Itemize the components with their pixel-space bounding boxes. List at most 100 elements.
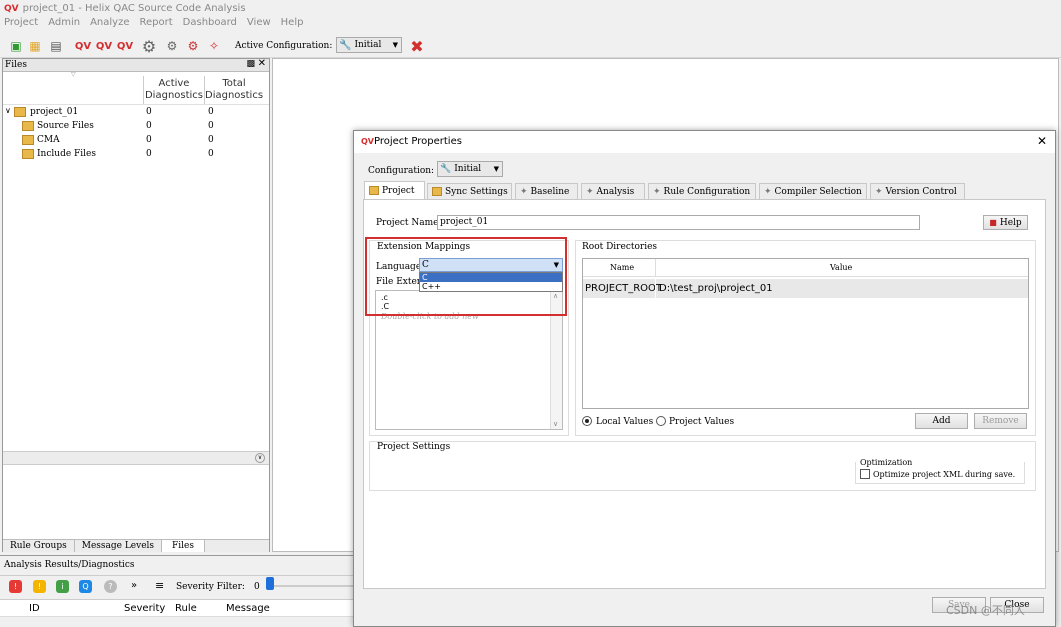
col-value[interactable]: Value [830, 263, 852, 272]
col-message[interactable]: Message [226, 603, 270, 614]
tools-icon[interactable]: ✖ [409, 37, 425, 56]
files-splitter[interactable]: ∨ [3, 451, 269, 465]
tree-row-cma[interactable]: CMA 0 0 [4, 134, 268, 147]
wrench-icon: ✦ [764, 186, 772, 197]
severity-filter-value: 0 [254, 582, 260, 592]
project-settings-title: Project Settings [377, 442, 451, 452]
tab-version-control[interactable]: ✦ Version Control [870, 183, 965, 199]
severity-slider[interactable] [266, 577, 354, 590]
tab-files[interactable]: Files [162, 540, 205, 552]
local-values-radio[interactable] [582, 416, 592, 426]
col-severity[interactable]: Severity [124, 603, 165, 614]
col-active-header[interactable]: Active Diagnostics [144, 78, 204, 102]
project-name-label: Project Name: [376, 218, 442, 228]
more-button[interactable]: » [131, 580, 137, 591]
tree-row-source-files[interactable]: Source Files 0 0 [4, 120, 268, 133]
files-bottom-tabs: Rule Groups Message Levels Files [3, 539, 269, 552]
optimize-xml-checkbox[interactable] [860, 469, 870, 479]
col-name[interactable]: Name [610, 263, 634, 272]
plugin-icon[interactable]: ✧ [206, 38, 222, 54]
wrench-icon: 🔧 [440, 164, 452, 174]
tab-analysis[interactable]: ✦ Analysis [581, 183, 645, 199]
menu-dashboard[interactable]: Dashboard [183, 17, 237, 32]
menu-view[interactable]: View [247, 17, 271, 32]
optimization-title: Optimization [860, 458, 913, 467]
project-folder-icon [14, 107, 26, 117]
query-filter-icon[interactable]: Q [79, 580, 92, 593]
analyze-all-icon[interactable]: QV [117, 38, 133, 54]
radio-dot [585, 419, 589, 423]
info-filter-icon[interactable]: i [56, 580, 69, 593]
menu-help[interactable]: Help [281, 17, 304, 32]
menu-report[interactable]: Report [140, 17, 173, 32]
tab-compiler-selection[interactable]: ✦ Compiler Selection [759, 183, 867, 199]
help-button[interactable]: ■ Help [983, 215, 1028, 230]
undock-icon[interactable]: ▩ [246, 59, 255, 69]
open-project-icon[interactable]: ▦ [27, 38, 43, 54]
col-rule[interactable]: Rule [175, 603, 197, 614]
toolbar [0, 33, 1061, 58]
settings-gear-icon[interactable]: ⚙ [141, 37, 157, 56]
project-values-label: Project Values [669, 417, 735, 427]
root-directories-title: Root Directories [582, 242, 658, 252]
tree-row-include-files[interactable]: Include Files 0 0 [4, 148, 268, 161]
tree-row-project[interactable]: ∨ project_01 0 0 [4, 106, 268, 119]
tab-baseline[interactable]: ✦ Baseline [515, 183, 578, 199]
dialog-close-icon[interactable]: ✕ [1037, 134, 1047, 148]
save-project-icon[interactable]: ▤ [48, 38, 64, 54]
menu-bar: Project Admin Analyze Report Dashboard V… [4, 17, 303, 32]
new-project-icon[interactable]: ▣ [8, 38, 24, 54]
warning-filter-icon[interactable]: ! [33, 580, 46, 593]
project-values-radio[interactable] [656, 416, 666, 426]
table-row[interactable]: PROJECT_ROOT D:\test_proj\project_01 [583, 279, 1028, 298]
project-folder-icon [369, 186, 379, 195]
tab-message-levels[interactable]: Message Levels [75, 540, 163, 552]
watermark: CSDN @不同人 [946, 604, 1025, 617]
wrench-icon: ✦ [875, 186, 883, 197]
chevron-down-icon: ▼ [392, 41, 398, 49]
dialog-title: Project Properties [374, 136, 462, 147]
window-titlebar: QV project_01 - Helix QAC Source Code An… [0, 0, 1061, 17]
sort-indicator-icon: ▽ [71, 71, 76, 78]
menu-admin[interactable]: Admin [48, 17, 80, 32]
active-config-select[interactable]: 🔧 Initial ▼ [336, 37, 402, 53]
col-total-header[interactable]: Total Diagnostics [205, 78, 263, 102]
scroll-down-icon[interactable]: ∨ [553, 420, 558, 428]
tab-sync-settings[interactable]: Sync Settings [427, 183, 512, 199]
severity-filter-label: Severity Filter: [176, 582, 245, 592]
wrench-icon: ✦ [520, 186, 528, 197]
expand-chevron-icon[interactable]: ∨ [5, 106, 11, 115]
col-divider [655, 259, 656, 277]
folder-icon [22, 121, 34, 131]
configuration-label: Configuration: [368, 166, 435, 176]
remove-button[interactable]: Remove [974, 413, 1027, 429]
analyze-changed-icon[interactable]: QV [96, 38, 112, 54]
error-filter-icon[interactable]: ! [9, 580, 22, 593]
window-title: project_01 - Helix QAC Source Code Analy… [22, 3, 246, 14]
add-button[interactable]: Add [915, 413, 968, 429]
config-gear-icon[interactable]: ⚙ [164, 38, 180, 54]
list-menu-icon[interactable]: ≡ [155, 579, 164, 592]
tab-rule-groups[interactable]: Rule Groups [3, 540, 75, 552]
sync-folder-icon [432, 187, 442, 196]
local-values-label: Local Values [596, 417, 654, 427]
results-title: Analysis Results/Diagnostics [4, 560, 135, 570]
optimize-xml-label: Optimize project XML during save. [873, 470, 1016, 479]
collapse-icon[interactable]: ∨ [255, 453, 265, 463]
tab-project[interactable]: Project [364, 181, 425, 199]
configuration-select[interactable]: 🔧 Initial ▼ [437, 161, 503, 177]
analyze-icon[interactable]: QV [75, 38, 91, 54]
rule-config-icon[interactable]: ⚙ [185, 38, 201, 54]
wrench-icon: 🔧 [339, 39, 352, 51]
root-directories-table: Name Value PROJECT_ROOT D:\test_proj\pro… [582, 258, 1029, 409]
tab-rule-configuration[interactable]: ✦ Rule Configuration [648, 183, 756, 199]
col-id[interactable]: ID [29, 603, 40, 614]
menu-analyze[interactable]: Analyze [90, 17, 129, 32]
help-filter-icon[interactable]: ? [104, 580, 117, 593]
chevron-down-icon: ▼ [493, 165, 499, 173]
highlight-box [365, 237, 567, 316]
menu-project[interactable]: Project [4, 17, 38, 32]
slider-thumb[interactable] [266, 577, 274, 590]
close-icon[interactable]: ✕ [258, 58, 266, 69]
project-name-input[interactable]: project_01 [437, 215, 920, 230]
